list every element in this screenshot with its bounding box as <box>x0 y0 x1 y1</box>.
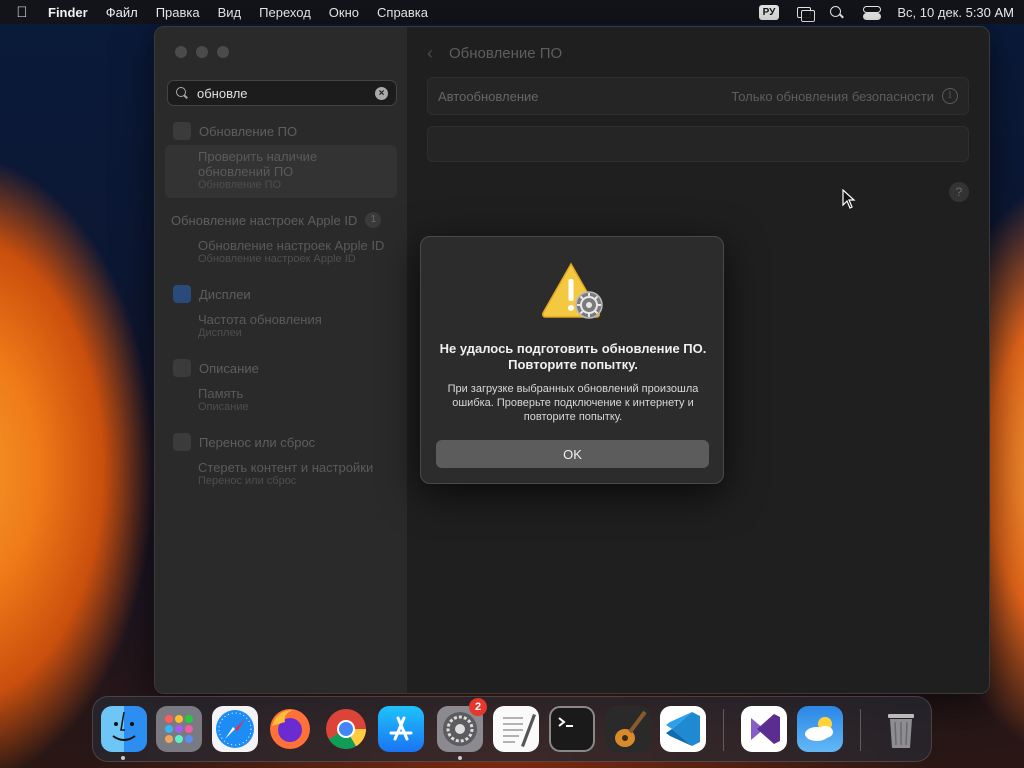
clear-search-icon[interactable]: × <box>375 86 388 100</box>
result-subtitle: Обновление ПО <box>198 179 282 191</box>
input-language-badge[interactable]: РУ <box>758 4 780 20</box>
info-icon[interactable]: i <box>942 88 958 104</box>
dock-separator <box>860 709 861 751</box>
result-group-transfer-reset: Перенос или сброс Стереть контент и наст… <box>155 428 407 494</box>
result-group-header[interactable]: Описание <box>155 354 407 382</box>
zoom-window-button[interactable] <box>217 46 229 58</box>
result-group-title: Обновление настроек Apple ID <box>171 212 358 228</box>
help-button[interactable]: ? <box>949 182 969 202</box>
dock-separator <box>723 709 724 751</box>
content-header: ‹ Обновление ПО <box>427 43 562 64</box>
screen-mirroring-icon[interactable] <box>797 6 816 22</box>
settings-search-field[interactable]: × <box>167 80 397 106</box>
result-group-title: Дисплеи <box>199 286 251 302</box>
ok-button[interactable]: OK <box>436 440 709 468</box>
result-group-displays: Дисплеи Частота обновления Дисплеи <box>155 280 407 346</box>
menu-go[interactable]: Переход <box>259 5 311 20</box>
launchpad-icon[interactable] <box>156 706 202 752</box>
menu-edit[interactable]: Правка <box>156 5 200 20</box>
result-group-title: Обновление ПО <box>199 123 298 139</box>
dock: 2 <box>92 696 932 762</box>
settings-sidebar: × Обновление ПО Проверить наличие обновл… <box>155 27 407 693</box>
dialog-message: При загрузке выбранных обновлений произо… <box>447 383 699 423</box>
minimize-window-button[interactable] <box>196 46 208 58</box>
menu-file[interactable]: Файл <box>106 5 138 20</box>
display-icon <box>173 285 191 303</box>
reset-icon <box>173 433 191 451</box>
result-title: Частота обновления <box>198 312 322 327</box>
result-group-title: Перенос или сброс <box>199 434 316 450</box>
result-title: Стереть контент и настройки <box>198 460 374 475</box>
settings-notification-badge: 2 <box>469 698 487 716</box>
result-group-header[interactable]: Дисплеи <box>155 280 407 308</box>
mouse-pointer-icon <box>842 189 856 209</box>
visual-studio-icon[interactable] <box>741 706 787 752</box>
spotlight-search-icon[interactable] <box>829 5 845 19</box>
dialog-title: Не удалось подготовить обновление ПО. По… <box>439 341 707 372</box>
menu-view[interactable]: Вид <box>218 5 242 20</box>
running-indicator <box>458 756 462 760</box>
menu-help[interactable]: Справка <box>377 5 428 20</box>
result-group-apple-id: Обновление настроек Apple ID 1 Обновлени… <box>155 206 407 272</box>
search-result-item[interactable]: Проверить наличие обновлений ПО Обновлен… <box>165 145 397 198</box>
warning-icon <box>542 262 603 319</box>
about-icon <box>173 359 191 377</box>
back-chevron-icon[interactable]: ‹ <box>427 43 433 64</box>
result-title: Память <box>198 386 244 401</box>
search-result-item[interactable]: Частота обновления Дисплеи <box>155 308 407 346</box>
vscode-icon[interactable] <box>660 706 706 752</box>
menu-window[interactable]: Окно <box>329 5 359 20</box>
menubar-clock[interactable]: Вс, 10 дек. 5:30 AM <box>897 5 1014 20</box>
control-center-icon[interactable] <box>863 5 882 20</box>
result-title: Обновление настроек Apple ID <box>198 238 385 253</box>
result-subtitle: Описание <box>198 401 249 413</box>
result-group-header[interactable]: Обновление настроек Apple ID 1 <box>155 206 407 234</box>
search-results-list: Обновление ПО Проверить наличие обновлен… <box>155 117 407 494</box>
auto-update-value: Только обновления безопасности <box>731 88 934 104</box>
apple-menu-icon[interactable]:  <box>10 4 34 21</box>
search-icon <box>176 86 189 100</box>
chrome-icon[interactable] <box>323 706 369 752</box>
garageband-icon[interactable] <box>605 706 651 752</box>
safari-icon[interactable] <box>212 706 258 752</box>
gear-icon <box>173 122 191 140</box>
result-group-software-update: Обновление ПО Проверить наличие обновлен… <box>155 117 407 198</box>
result-group-about: Описание Память Описание <box>155 354 407 420</box>
settings-search-input[interactable] <box>197 85 375 101</box>
app-store-icon[interactable] <box>378 706 424 752</box>
search-result-item[interactable]: Память Описание <box>155 382 407 420</box>
update-status-row <box>427 126 969 162</box>
result-group-header[interactable]: Обновление ПО <box>155 117 407 145</box>
running-indicator <box>121 756 125 760</box>
result-group-header[interactable]: Перенос или сброс <box>155 428 407 456</box>
notification-badge: 1 <box>365 212 382 228</box>
firefox-icon[interactable] <box>267 706 313 752</box>
page-title: Обновление ПО <box>449 45 563 62</box>
auto-update-label: Автообновление <box>438 88 539 104</box>
finder-icon[interactable] <box>101 706 147 752</box>
auto-update-row: Автообновление Только обновления безопас… <box>427 77 969 115</box>
result-title: Проверить наличие обновлений ПО <box>198 149 318 179</box>
weather-icon[interactable] <box>797 706 843 752</box>
search-result-item[interactable]: Обновление настроек Apple ID Обновление … <box>155 234 407 272</box>
window-controls <box>175 46 229 58</box>
result-subtitle: Обновление настроек Apple ID <box>198 253 356 265</box>
menu-bar:  Finder Файл Правка Вид Переход Окно Сп… <box>0 0 1024 24</box>
result-group-title: Описание <box>199 360 259 376</box>
result-subtitle: Перенос или сброс <box>198 475 297 487</box>
result-subtitle: Дисплеи <box>198 327 242 339</box>
search-result-item[interactable]: Стереть контент и настройки Перенос или … <box>155 456 407 494</box>
update-error-dialog: Не удалось подготовить обновление ПО. По… <box>420 236 724 484</box>
menu-finder[interactable]: Finder <box>48 5 88 20</box>
textedit-icon[interactable] <box>493 706 539 752</box>
terminal-icon[interactable] <box>549 706 595 752</box>
trash-icon[interactable] <box>878 706 924 752</box>
close-window-button[interactable] <box>175 46 187 58</box>
